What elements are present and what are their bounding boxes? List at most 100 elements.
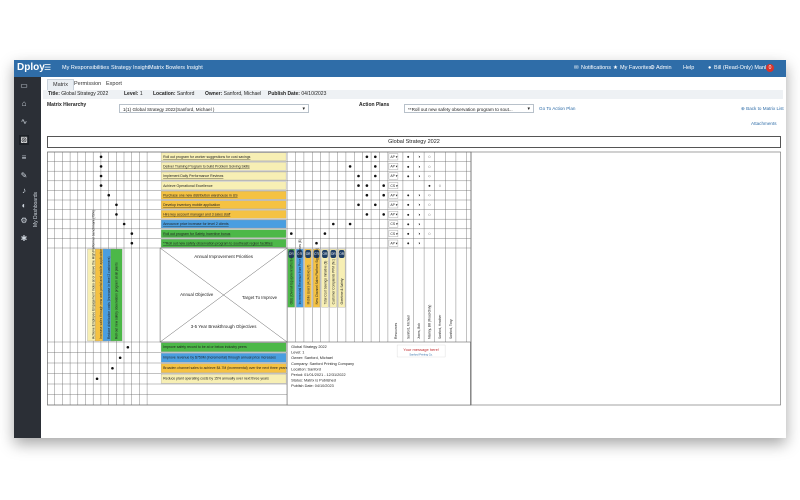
resources-label: Resources <box>394 322 398 339</box>
gear-icon[interactable]: ⚙ <box>19 216 29 226</box>
resource-name: Sanford, Heather <box>438 314 442 339</box>
target-text: Overtime & Safety <box>340 278 344 304</box>
status-value: CS ▾ <box>390 232 398 236</box>
target-badge-text: OR <box>339 252 344 256</box>
resource-name: Manley, Bill (Read-Only) <box>428 305 432 339</box>
star-icon[interactable]: ★ <box>613 65 618 71</box>
info-location: Location: Sanford <box>291 367 321 371</box>
target-badge-text: OR <box>331 252 336 256</box>
home-icon[interactable]: ⌂ <box>19 99 29 109</box>
nav-matrix-bowlers-insight[interactable]: Matrix Bowlers Insight <box>149 65 203 71</box>
app-window: Dploy ☰ My Responsibilities Strategy Ins… <box>14 60 786 438</box>
resource-symbol: ● <box>428 183 431 188</box>
tab-export[interactable]: Export <box>101 79 127 89</box>
priority-text: Announce price increase for level 2 clie… <box>163 222 229 226</box>
toggle-icon[interactable]: ◐ <box>19 201 29 211</box>
level-label: Level: <box>124 91 139 97</box>
matrix-header: Global Strategy 2022 <box>47 136 781 148</box>
admin-gear-icon[interactable]: ⚙ <box>650 65 655 71</box>
company-logo-sub: Sanford Printing Co. <box>409 353 433 357</box>
resource-symbol: ◑ <box>417 202 420 207</box>
correlation-dot <box>115 213 118 216</box>
annual-objective-text: Reduce distribution costs (increase in l… <box>107 257 111 339</box>
attachments-link[interactable]: Attachments <box>751 121 777 126</box>
list-icon[interactable]: ≡ <box>19 153 29 163</box>
nav-strategy-insight[interactable]: Strategy Insight <box>111 65 149 71</box>
location-label: Location: <box>153 91 176 97</box>
correlation-dot <box>99 155 103 159</box>
correlation-dot <box>365 155 369 159</box>
target-badge-text: OR <box>323 252 328 256</box>
edit-icon[interactable]: ✎ <box>19 171 29 181</box>
resource-symbol: ● <box>407 164 410 169</box>
bell-icon[interactable]: ♪ <box>19 186 29 196</box>
resource-symbol: ◑ <box>417 164 420 169</box>
annual-objective-text: Achieve Employee Engagement Index at or … <box>91 210 95 339</box>
status-value: AP ▾ <box>390 155 397 159</box>
status-value: CS ▾ <box>390 222 398 226</box>
resource-symbol: ◑ <box>417 231 420 236</box>
annual-objective-text: Increase sales through new web portal an… <box>99 249 103 339</box>
action-plans-select[interactable]: **Roll out new safety observation progra… <box>404 104 534 113</box>
resource-symbol: ● <box>407 212 410 217</box>
help-menu[interactable]: Help <box>683 65 694 71</box>
user-menu[interactable]: Bill (Read-Only) Manley <box>714 65 772 71</box>
correlation-dot <box>290 232 293 235</box>
target-text: New Channel Sales Platform Signed (#) <box>315 248 319 304</box>
correlation-dot <box>374 165 377 168</box>
matrix-title-bar: Title: Global Strategy 2022 Level: 1 Loc… <box>43 90 783 99</box>
action-plans-value: **Roll out new safety observation progra… <box>408 107 513 112</box>
correlation-dot <box>348 222 352 226</box>
chart-line-icon[interactable]: ∿ <box>19 117 29 127</box>
target-text: Incremental Revenue from Price Increases… <box>298 239 302 304</box>
hierarchy-value: 1(1) Global Strategy 2022(Sanford, Micha… <box>123 107 215 112</box>
breakthrough-text: Improve safety record to be at or below … <box>163 345 247 349</box>
favorites-link[interactable]: My Favorites <box>620 65 651 71</box>
back-to-matrix-list-link[interactable]: ⊕ Back to Matrix List <box>741 106 784 112</box>
sidebar-vertical-label: My Dashboards <box>33 191 39 227</box>
correlation-dot <box>365 193 369 197</box>
priority-text: Develop inventory mobile application <box>163 203 220 207</box>
resource-symbol: ○ <box>439 183 442 188</box>
info-title: Global Strategy 2022 <box>291 345 327 349</box>
monitor-icon[interactable]: ▭ <box>19 81 29 91</box>
notifications-link[interactable]: Notifications <box>581 65 611 71</box>
envelope-icon[interactable]: ✉ <box>574 65 579 71</box>
location-value: Sanford <box>176 91 195 97</box>
status-value: AP ▾ <box>390 203 397 207</box>
resource-symbol: ○ <box>428 164 431 169</box>
center-left-label: Annual Objective <box>180 292 214 297</box>
info-status: Status: Matrix is Published <box>291 379 336 383</box>
admin-menu[interactable]: Admin <box>656 65 672 71</box>
settings-icon[interactable]: ✱ <box>19 234 29 244</box>
correlation-dot <box>111 366 114 370</box>
correlation-dot <box>315 241 318 245</box>
hierarchy-select[interactable]: 1(1) Global Strategy 2022(Sanford, Micha… <box>119 104 309 113</box>
hamburger-icon[interactable]: ☰ <box>44 63 51 72</box>
status-value: CS ▾ <box>390 184 398 188</box>
app-logo[interactable]: Dploy <box>17 62 45 74</box>
correlation-dot <box>382 184 386 187</box>
correlation-dot <box>357 184 360 187</box>
notification-badge[interactable]: 0 <box>766 64 774 72</box>
priority-text: **Roll out new safety observation progra… <box>163 241 273 245</box>
sidebar: ▭ ⌂ ∿ ▨ ≡ ✎ ♪ ◐ ⚙ ✱ My Dashboards <box>14 77 41 438</box>
company-logo-text: Your message here! <box>403 347 439 352</box>
correlation-dot <box>365 184 369 187</box>
level-value: 1 <box>139 91 143 97</box>
priority-text: Roll out program for Safety Incentive bo… <box>163 232 231 236</box>
back-to-matrix-list-label: Back to Matrix List <box>746 106 784 111</box>
status-value: AP ▾ <box>390 174 397 178</box>
resource-symbol: ● <box>407 154 410 159</box>
priority-text: Roll out program for worker suggestions … <box>163 155 251 159</box>
nav-my-responsibilities[interactable]: My Responsibilities <box>62 65 109 71</box>
goto-action-plan-link[interactable]: Go To Action Plan <box>539 106 575 111</box>
dashboard-icon[interactable]: ▨ <box>19 135 29 145</box>
correlation-dot <box>323 232 327 235</box>
resource-symbol: ● <box>407 221 410 226</box>
resource-symbol: ● <box>407 193 410 198</box>
status-value: AP ▾ <box>390 165 397 169</box>
matrix-grid: Roll out program for worker suggestions … <box>47 151 781 406</box>
resource-symbol: ○ <box>428 154 431 159</box>
correlation-dot <box>126 345 130 349</box>
